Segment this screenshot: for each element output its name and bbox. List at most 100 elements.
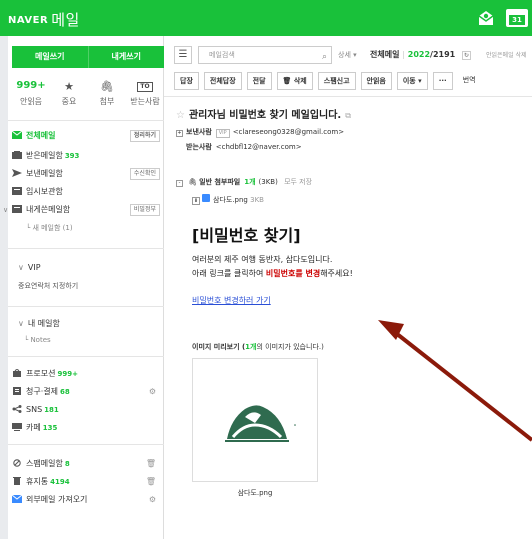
mailbox-new-folder[interactable]: └ 새 메일함 (1) bbox=[26, 222, 176, 234]
delete-button[interactable]: 🗑 삭제 bbox=[276, 72, 313, 90]
change-password-link[interactable]: 비밀번호 변경하러 가기 bbox=[192, 295, 271, 306]
mailbox-sent-label: 보낸메일함 bbox=[26, 169, 63, 178]
my-mailbox-notes[interactable]: └ Notes bbox=[24, 334, 174, 346]
mail-notification-icon[interactable] bbox=[476, 8, 496, 28]
reply-button[interactable]: 답장 bbox=[174, 72, 199, 90]
mail-view: ☰ 메일검색 ⌕ 상세 ▾ 전체메일 | 2022/2191 ↻ 안읽은메일 삭… bbox=[164, 36, 532, 539]
collapse-toggle-icon[interactable]: - bbox=[176, 180, 183, 187]
external-mail-import[interactable]: 외부메일 가져오기 ⚙ bbox=[12, 494, 162, 506]
vip-set-contact[interactable]: 중요연락처 지정하기 bbox=[18, 280, 168, 292]
mailbox-drafts[interactable]: 임시보관함 bbox=[12, 186, 162, 198]
naver-mail-logo[interactable]: NAVER 메일 bbox=[8, 9, 80, 30]
app-name: 메일 bbox=[51, 11, 80, 29]
cafe-count: 135 bbox=[42, 424, 58, 432]
image-preview[interactable] bbox=[192, 358, 318, 482]
refresh-icon[interactable]: ↻ bbox=[462, 51, 471, 60]
trash-icon bbox=[13, 477, 21, 485]
attach-file-name: 삼다도.png bbox=[213, 196, 248, 204]
attach-count: 1개 bbox=[244, 178, 256, 186]
quick-to-me[interactable]: TO 받는사람 bbox=[126, 80, 164, 110]
cafe-icon bbox=[12, 423, 22, 431]
receipt-icon bbox=[13, 387, 21, 395]
quick-important[interactable]: ★ 중요 bbox=[50, 80, 88, 110]
my-mailbox-section[interactable]: ∨ 내 메일함 bbox=[18, 318, 168, 330]
image-file-icon bbox=[202, 194, 210, 202]
mailbox-trash-label: 휴지통 bbox=[26, 477, 49, 486]
empty-trash-icon[interactable]: 🗑 bbox=[146, 476, 156, 488]
category-sns[interactable]: SNS 181 bbox=[12, 404, 162, 416]
search-icon[interactable]: ⌕ bbox=[322, 49, 327, 65]
drafts-icon bbox=[12, 187, 22, 195]
to-badge-icon: TO bbox=[137, 82, 153, 92]
mailbox-inbox[interactable]: 받은메일함 393 bbox=[12, 150, 162, 162]
category-promotion-label: 프로모션 bbox=[26, 369, 56, 378]
gear-icon[interactable]: ⚙ bbox=[149, 494, 156, 506]
share-icon bbox=[12, 405, 22, 413]
organize-button[interactable]: 정리하기 bbox=[129, 130, 160, 142]
category-cafe[interactable]: 카페 135 bbox=[12, 422, 162, 434]
body-line-2-b: 해주세요! bbox=[320, 269, 353, 278]
divider bbox=[164, 96, 532, 97]
top-bar: NAVER 메일 31 bbox=[0, 0, 532, 36]
preview-count: 1개 bbox=[245, 343, 257, 351]
read-receipt-button[interactable]: 수신확인 bbox=[129, 168, 160, 180]
mailbox-spam[interactable]: 스팸메일함 8 🗑 bbox=[12, 458, 162, 470]
more-button[interactable]: ··· bbox=[432, 72, 453, 90]
vip-section[interactable]: ∨ VIP bbox=[18, 262, 168, 274]
body-line-2-highlight: 비밀번호를 변경 bbox=[265, 269, 321, 278]
star-icon[interactable]: ☆ bbox=[176, 110, 185, 121]
mark-unread-button[interactable]: 안읽음 bbox=[360, 72, 392, 90]
report-spam-button[interactable]: 스팸신고 bbox=[317, 72, 356, 90]
receiver-email[interactable]: <chdbfl12@naver.com> bbox=[216, 143, 302, 151]
quick-unread[interactable]: 999+ 안읽음 bbox=[12, 80, 50, 110]
quick-filters: 999+ 안읽음 ★ 중요 🖇 첨부 TO 받는사람 bbox=[12, 80, 164, 110]
chevron-down-icon[interactable]: ∨ bbox=[3, 204, 8, 216]
category-sns-label: SNS bbox=[26, 405, 43, 414]
mailbox-trash[interactable]: 휴지통 4194 🗑 bbox=[12, 476, 162, 488]
gear-icon[interactable]: ⚙ bbox=[149, 386, 156, 398]
secret-button[interactable]: 비밀정부 bbox=[129, 204, 160, 216]
total-count: 2191 bbox=[432, 50, 456, 59]
receiver-label: 받는사람 bbox=[186, 143, 212, 151]
save-all-link[interactable]: 모두 저장 bbox=[284, 178, 312, 186]
forward-button[interactable]: 전달 bbox=[246, 72, 272, 90]
mailbox-all[interactable]: 전체메일 정리하기 bbox=[12, 130, 162, 142]
menu-icon[interactable]: ☰ bbox=[174, 46, 192, 64]
mail-subject: ☆ 관리자님 비밀번호 찾기 메일입니다. ⧉ bbox=[176, 106, 351, 121]
trash-count: 4194 bbox=[50, 478, 70, 486]
expand-toggle-icon[interactable]: + bbox=[176, 130, 183, 137]
subject-text: 관리자님 비밀번호 찾기 메일입니다. bbox=[188, 110, 342, 121]
mailbox-sent[interactable]: 보낸메일함 수신확인 bbox=[12, 168, 162, 180]
attachment-item[interactable]: ⬇ 삼다도.png 3KB bbox=[192, 194, 264, 205]
attach-size: (3KB) bbox=[258, 178, 278, 186]
translate-button[interactable]: 번역 bbox=[457, 72, 481, 90]
category-promotion[interactable]: 프로모션 999+ bbox=[12, 368, 162, 380]
reply-all-button[interactable]: 전체답장 bbox=[203, 72, 242, 90]
image-preview-title: 이미지 미리보기 (1개의 이미지가 있습니다.) bbox=[192, 342, 324, 352]
category-billing[interactable]: 청구·결제 68 ⚙ bbox=[12, 386, 162, 398]
detail-search-dropdown[interactable]: 상세 ▾ bbox=[338, 50, 357, 60]
sender-email[interactable]: <clareseong0328@gmail.com> bbox=[233, 128, 344, 136]
move-dropdown[interactable]: 이동 ▾ bbox=[396, 72, 428, 90]
chevron-down-icon: ∨ bbox=[18, 319, 24, 328]
vip-badge[interactable]: VIP bbox=[215, 129, 230, 138]
delete-unread-link[interactable]: 안읽은메일 삭제 bbox=[486, 50, 527, 59]
quick-attachment[interactable]: 🖇 첨부 bbox=[88, 80, 126, 110]
write-to-me-button[interactable]: 내게쓰기 bbox=[88, 46, 164, 68]
divider bbox=[8, 444, 164, 445]
brand-label: NAVER bbox=[8, 15, 49, 26]
left-strip bbox=[0, 36, 8, 539]
promotion-count: 999+ bbox=[57, 370, 78, 378]
calendar-icon[interactable]: 31 bbox=[506, 9, 528, 27]
download-icon[interactable]: ⬇ bbox=[192, 197, 200, 205]
write-mail-button[interactable]: 메일쓰기 bbox=[12, 46, 89, 68]
divider bbox=[8, 248, 164, 249]
unread-count: 999+ bbox=[16, 80, 46, 91]
mailbox-to-me[interactable]: ∨ 내게쓴메일함 비밀정부 bbox=[3, 204, 162, 216]
sender-label: 보낸사람 bbox=[186, 128, 212, 136]
sidebar: 메일쓰기 내게쓰기 999+ 안읽음 ★ 중요 🖇 첨부 TO 받는사람 전체메… bbox=[3, 36, 164, 539]
star-icon: ★ bbox=[64, 80, 74, 93]
search-input[interactable]: 메일검색 ⌕ bbox=[198, 46, 332, 64]
trash-icon[interactable]: 🗑 bbox=[146, 458, 156, 470]
open-in-new-icon[interactable]: ⧉ bbox=[345, 111, 351, 120]
